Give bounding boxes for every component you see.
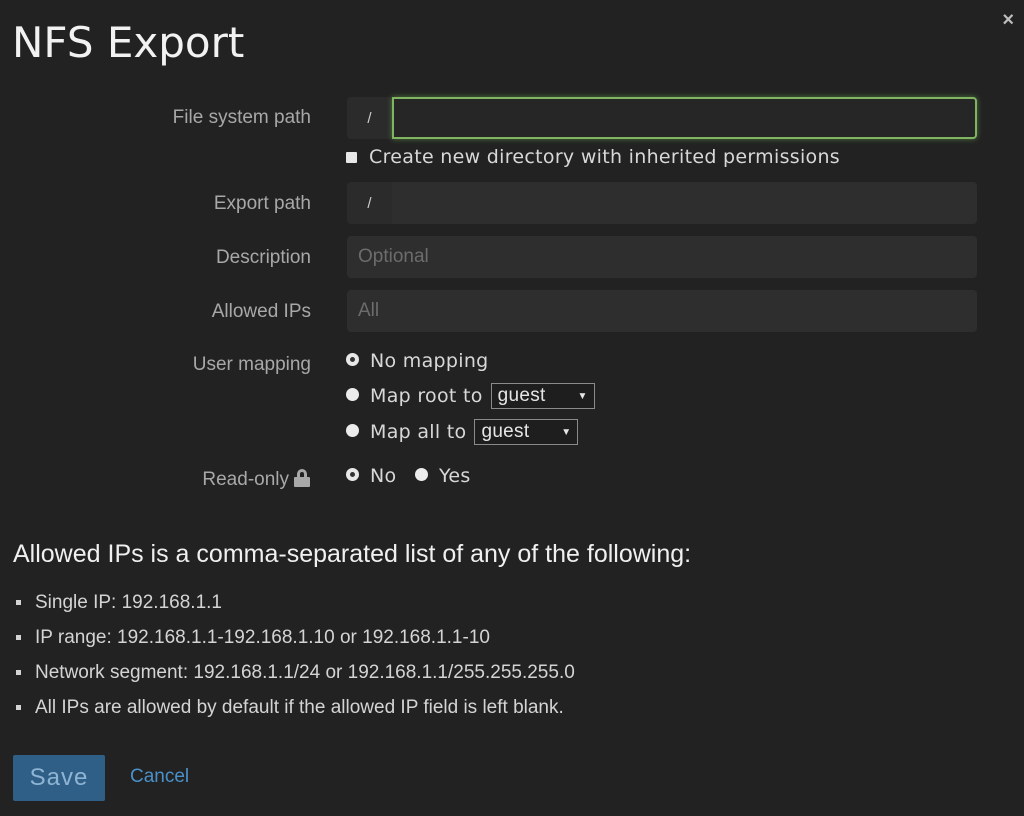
checkbox-box[interactable] bbox=[346, 151, 357, 163]
radio-label: Yes bbox=[439, 465, 471, 487]
list-item: IP range: 192.168.1.1-192.168.1.10 or 19… bbox=[13, 620, 575, 655]
radio-label: Map root to bbox=[370, 385, 483, 407]
description-input[interactable] bbox=[347, 236, 977, 278]
file-system-path-prefix: / bbox=[347, 97, 392, 139]
description-label: Description bbox=[215, 247, 311, 268]
caret-down-icon: ▼ bbox=[577, 390, 588, 402]
export-path-label: Export path bbox=[213, 193, 311, 214]
save-button[interactable]: Save bbox=[13, 755, 105, 801]
radio-read-only-yes[interactable]: Yes bbox=[415, 465, 471, 487]
radio-button[interactable] bbox=[346, 467, 359, 481]
dialog-title: NFS Export bbox=[12, 18, 245, 67]
list-item: Network segment: 192.168.1.1/24 or 192.1… bbox=[13, 655, 575, 690]
help-list: Single IP: 192.168.1.1 IP range: 192.168… bbox=[13, 585, 575, 725]
cancel-link[interactable]: Cancel bbox=[130, 766, 189, 788]
radio-read-only-no[interactable]: No bbox=[346, 465, 396, 487]
list-item: All IPs are allowed by default if the al… bbox=[13, 690, 575, 725]
map-root-select[interactable]: guest ▼ bbox=[490, 383, 595, 409]
select-value: guest bbox=[497, 385, 546, 406]
caret-down-icon: ▼ bbox=[561, 426, 572, 438]
radio-label: Map all to bbox=[370, 421, 467, 443]
lock-icon bbox=[293, 469, 311, 487]
radio-button[interactable] bbox=[415, 467, 428, 481]
radio-button[interactable] bbox=[346, 423, 359, 437]
file-system-path-input[interactable] bbox=[392, 97, 977, 139]
radio-button[interactable] bbox=[346, 352, 359, 366]
list-item: Single IP: 192.168.1.1 bbox=[13, 585, 575, 620]
export-path-prefix: / bbox=[347, 182, 392, 224]
map-all-select[interactable]: guest ▼ bbox=[474, 419, 579, 445]
read-only-text: Read-only bbox=[202, 469, 289, 490]
close-icon[interactable]: × bbox=[1002, 10, 1014, 30]
file-system-path-label: File system path bbox=[172, 107, 311, 128]
user-mapping-label: User mapping bbox=[192, 354, 311, 375]
help-title: Allowed IPs is a comma-separated list of… bbox=[13, 540, 692, 568]
radio-button[interactable] bbox=[346, 387, 359, 401]
select-value: guest bbox=[481, 421, 530, 442]
create-directory-label: Create new directory with inherited perm… bbox=[369, 146, 841, 168]
radio-label: No bbox=[370, 465, 397, 487]
read-only-label: Read-only bbox=[202, 469, 311, 491]
allowed-ips-label: Allowed IPs bbox=[211, 301, 311, 322]
export-path-input[interactable] bbox=[392, 182, 977, 224]
radio-label: No mapping bbox=[370, 350, 489, 372]
radio-map-all[interactable]: Map all to guest ▼ bbox=[346, 419, 579, 445]
allowed-ips-input[interactable] bbox=[347, 290, 977, 332]
radio-no-mapping[interactable]: No mapping bbox=[346, 350, 489, 372]
radio-map-root[interactable]: Map root to guest ▼ bbox=[346, 383, 595, 409]
create-directory-checkbox[interactable]: Create new directory with inherited perm… bbox=[346, 146, 840, 168]
